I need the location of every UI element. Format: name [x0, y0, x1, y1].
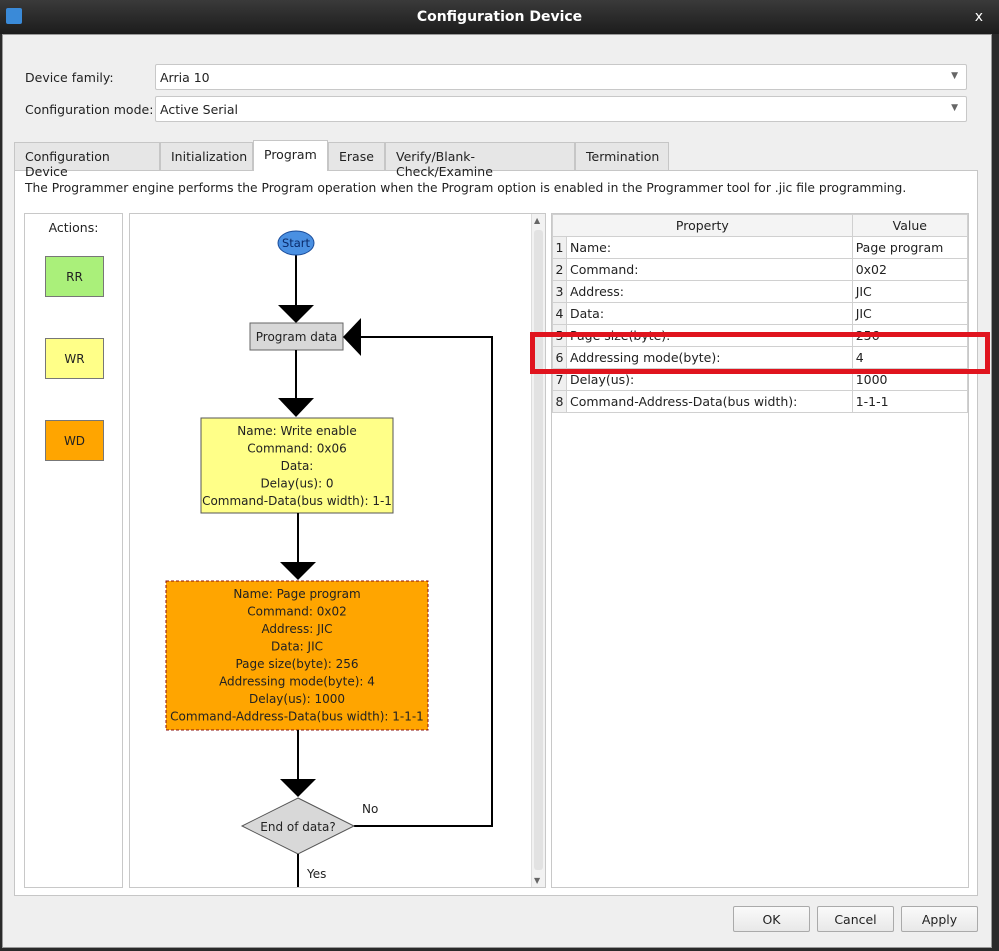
yes-label: Yes: [306, 867, 326, 881]
page-program-node[interactable]: [165, 580, 429, 731]
cancel-button[interactable]: Cancel: [817, 906, 894, 932]
action-wr[interactable]: WR: [45, 338, 104, 379]
value-cell[interactable]: JIC: [851, 302, 969, 325]
row-number: 2: [552, 258, 567, 281]
node-text-line: Addressing mode(byte): 4: [219, 675, 375, 689]
property-cell: Address:: [566, 280, 853, 303]
node-text-line: Data:: [281, 459, 314, 473]
node-text-line: Page size(byte): 256: [235, 657, 358, 671]
value-cell[interactable]: 0x02: [851, 258, 969, 281]
highlight-box: [530, 332, 990, 374]
row-number: 4: [552, 302, 567, 325]
device-family-label: Device family:: [25, 70, 114, 85]
flowchart: Start Program data Name: Write enable Com…: [165, 230, 493, 887]
node-text-line: Delay(us): 0: [260, 477, 333, 491]
no-label: No: [362, 802, 378, 816]
program-data-label: Program data: [256, 330, 337, 344]
arrow-icon: [280, 779, 316, 797]
arrow-icon: [280, 562, 316, 580]
node-text-line: Command: 0x02: [247, 605, 347, 619]
scrollbar-thumb[interactable]: [534, 230, 543, 870]
row-number: 8: [552, 390, 567, 413]
property-cell: Data:: [566, 302, 853, 325]
title-bar: Configuration Device x: [0, 0, 999, 34]
config-mode-select[interactable]: Active Serial ▼: [155, 96, 967, 122]
row-number: 3: [552, 280, 567, 303]
ok-button[interactable]: OK: [733, 906, 810, 932]
vertical-scrollbar[interactable]: ▲ ▼: [531, 214, 545, 887]
value-cell[interactable]: JIC: [851, 280, 969, 303]
node-text-line: Delay(us): 1000: [249, 692, 345, 706]
row-number: 1: [552, 236, 567, 259]
arrow-icon: [278, 398, 314, 417]
node-text-line: Command-Data(bus width): 1-1: [202, 494, 392, 508]
apply-button[interactable]: Apply: [901, 906, 978, 932]
column-header-value: Value: [851, 214, 969, 237]
value-cell[interactable]: Page program: [851, 236, 969, 259]
node-text-line: Name: Write enable: [237, 424, 356, 438]
config-mode-label: Configuration mode:: [25, 102, 154, 117]
action-wd[interactable]: WD: [45, 420, 104, 461]
arrow-icon: [343, 318, 361, 356]
config-mode-value: Active Serial: [160, 102, 239, 117]
property-cell: Command-Address-Data(bus width):: [566, 390, 853, 413]
value-cell[interactable]: 1-1-1: [851, 390, 969, 413]
window-title: Configuration Device: [416, 9, 583, 25]
flowchart-panel: Start Program data Name: Write enable Com…: [129, 213, 546, 888]
table-row[interactable]: 1 Name: Page program: [552, 236, 969, 259]
chevron-down-icon: ▼: [951, 71, 958, 81]
node-text-line: Command-Address-Data(bus width): 1-1-1: [170, 710, 424, 724]
column-header-property: Property: [552, 214, 853, 237]
tab-program[interactable]: Program: [253, 140, 328, 171]
node-text-line: Address: JIC: [261, 622, 332, 636]
chevron-down-icon: ▼: [951, 103, 958, 113]
tab-verify[interactable]: Verify/Blank-Check/Examine: [385, 142, 575, 179]
actions-panel: Actions: RR WR WD: [24, 213, 123, 888]
node-text-line: Name: Page program: [233, 587, 360, 601]
device-family-value: Arria 10: [160, 70, 210, 85]
decision-label: End of data?: [260, 820, 335, 834]
property-cell: Command:: [566, 258, 853, 281]
table-row[interactable]: 4 Data: JIC: [552, 302, 969, 325]
actions-label: Actions:: [48, 220, 99, 235]
node-text-line: Data: JIC: [271, 640, 323, 654]
scroll-down-icon[interactable]: ▼: [534, 876, 540, 885]
table-row[interactable]: 3 Address: JIC: [552, 280, 969, 303]
tab-initialization[interactable]: Initialization: [160, 142, 253, 170]
tab-erase[interactable]: Erase: [328, 142, 385, 170]
tab-configuration-device[interactable]: Configuration Device: [14, 142, 160, 179]
node-text-line: Command: 0x06: [247, 442, 347, 456]
close-button[interactable]: x: [975, 9, 983, 25]
property-cell: Name:: [566, 236, 853, 259]
device-family-select[interactable]: Arria 10 ▼: [155, 64, 967, 90]
scroll-up-icon[interactable]: ▲: [534, 216, 540, 225]
start-label: Start: [282, 236, 311, 250]
description-text: The Programmer engine performs the Progr…: [25, 181, 907, 195]
table-row[interactable]: 2 Command: 0x02: [552, 258, 969, 281]
table-row[interactable]: 8 Command-Address-Data(bus width): 1-1-1: [552, 390, 969, 413]
arrow-icon: [278, 305, 314, 323]
tab-termination[interactable]: Termination: [575, 142, 669, 170]
action-rr[interactable]: RR: [45, 256, 104, 297]
property-table: Property Value 1 Name: Page program 2 Comman…: [552, 214, 969, 413]
property-table-panel: Property Value 1 Name: Page program 2 Comman…: [551, 213, 969, 888]
